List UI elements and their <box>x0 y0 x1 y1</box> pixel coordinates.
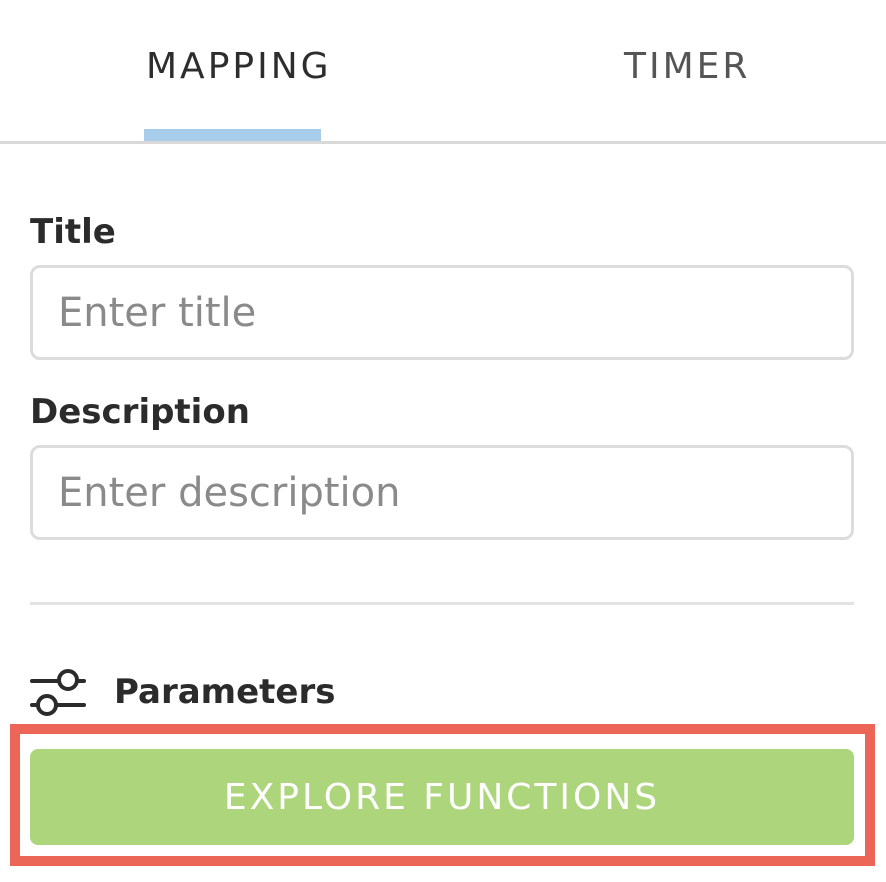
parameters-label: Parameters <box>114 672 336 712</box>
description-label: Description <box>30 392 250 432</box>
description-input[interactable] <box>30 445 854 540</box>
tab-timer[interactable]: TIMER <box>624 46 750 87</box>
section-divider <box>30 602 854 605</box>
title-input[interactable] <box>30 265 854 360</box>
tab-mapping[interactable]: MAPPING <box>146 46 332 87</box>
sliders-icon <box>30 668 88 718</box>
title-label: Title <box>30 212 116 252</box>
parameters-toggle[interactable]: Parameters <box>30 668 430 718</box>
active-tab-indicator <box>144 129 321 141</box>
explore-functions-button[interactable]: EXPLORE FUNCTIONS <box>30 749 854 845</box>
mapping-panel: MAPPING TIMER Title Description Paramete… <box>0 0 886 882</box>
tab-bar: MAPPING TIMER <box>0 0 886 144</box>
